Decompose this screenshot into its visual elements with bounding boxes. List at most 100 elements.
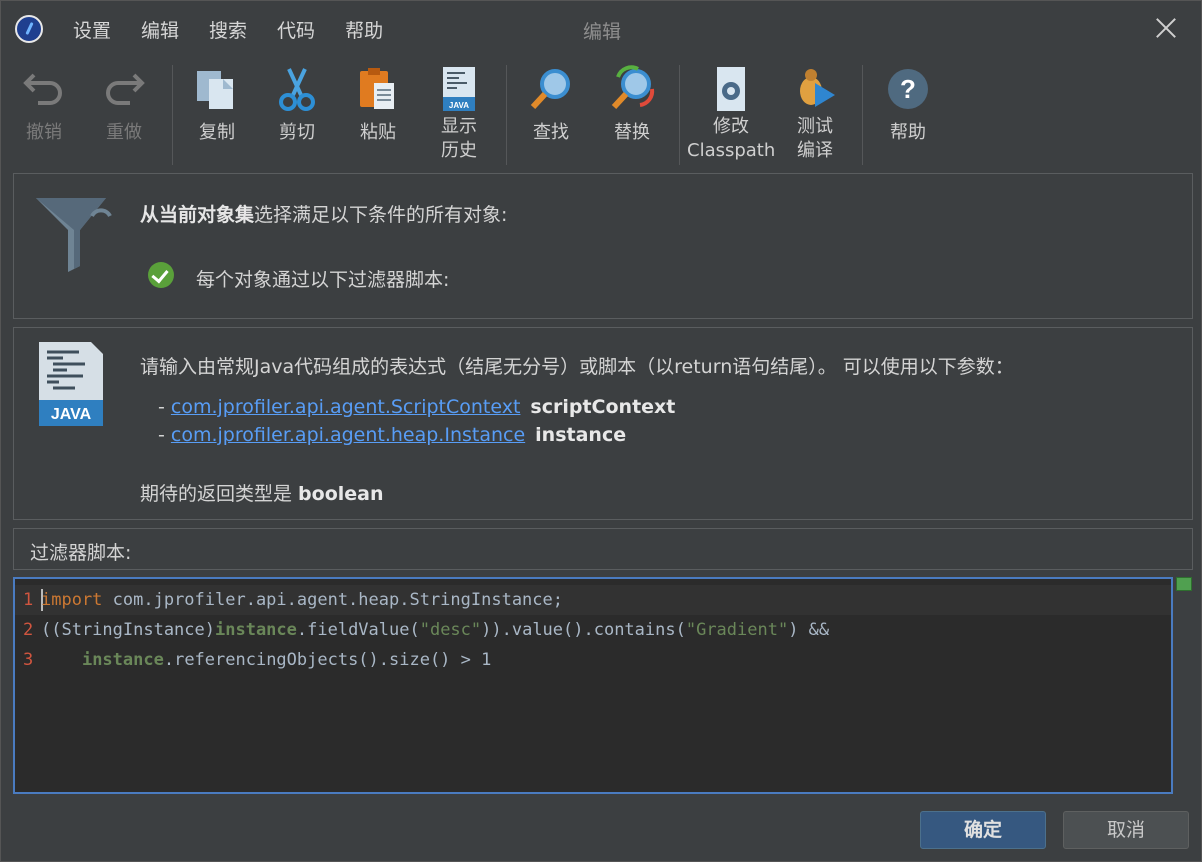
undo-label: 撤销 <box>26 122 62 143</box>
menu-code[interactable]: 代码 <box>277 16 315 43</box>
menu-edit[interactable]: 编辑 <box>141 16 179 43</box>
show-history-button[interactable]: JAVA 显示 历史 <box>421 61 497 163</box>
cut-label: 剪切 <box>279 122 315 143</box>
close-icon[interactable] <box>1153 15 1179 41</box>
edit-classpath-label-2: Classpath <box>687 140 776 161</box>
info-panel: JAVA 请输入由常规Java代码组成的表达式（结尾无分号）或脚本（以retur… <box>13 327 1193 520</box>
code-token: ) && <box>788 620 830 640</box>
find-button[interactable]: 查找 <box>513 61 589 145</box>
cut-button[interactable]: 剪切 <box>259 61 335 145</box>
bug-play-icon <box>791 65 839 113</box>
status-ok-icon <box>1176 577 1192 591</box>
code-text: ((StringInstance)instance.fieldValue("de… <box>41 615 829 645</box>
code-token: instance <box>215 620 297 640</box>
find-label: 查找 <box>533 122 569 143</box>
replace-label: 替换 <box>614 122 650 143</box>
paste-button[interactable]: 粘贴 <box>340 61 416 145</box>
question-icon: ? <box>884 65 932 113</box>
ok-button[interactable]: 确定 <box>920 811 1046 849</box>
test-compile-label-2: 编译 <box>797 140 833 161</box>
code-text: instance.referencingObjects().size() > 1 <box>41 645 491 675</box>
edit-classpath-label-1: 修改 <box>713 116 749 137</box>
toolbar-separator <box>172 65 173 165</box>
line-number: 3 <box>23 650 34 670</box>
code-editor[interactable]: 1 import com.jprofiler.api.agent.heap.Str… <box>13 577 1173 794</box>
line-number: 2 <box>23 620 34 640</box>
filter-condition: 每个对象通过以下过滤器脚本: <box>196 269 450 291</box>
param-row: - com.jprofiler.api.agent.ScriptContext s… <box>158 396 675 418</box>
replace-button[interactable]: 替换 <box>594 61 670 145</box>
replace-icon <box>608 65 656 113</box>
svg-text:?: ? <box>900 74 916 104</box>
gear-file-icon <box>707 65 755 113</box>
menu-search[interactable]: 搜索 <box>209 16 247 43</box>
toolbar-separator <box>862 65 863 165</box>
show-history-label-2: 历史 <box>441 140 477 161</box>
show-history-label-1: 显示 <box>441 116 477 137</box>
return-type-prefix: 期待的返回类型是 <box>140 483 299 505</box>
code-line[interactable]: 3 instance.referencingObjects().size() >… <box>15 645 1171 675</box>
filter-heading-rest: 选择满足以下条件的所有对象: <box>254 204 508 226</box>
java-file-icon: JAVA <box>435 65 483 113</box>
java-file-icon: JAVA <box>39 342 103 426</box>
menu-settings[interactable]: 设置 <box>73 16 111 43</box>
param-row: - com.jprofiler.api.agent.heap.Instance i… <box>158 424 626 446</box>
code-line[interactable]: 2 ((StringInstance)instance.fieldValue("d… <box>15 615 1171 645</box>
test-compile-label-1: 测试 <box>797 116 833 137</box>
copy-icon <box>193 65 241 113</box>
code-token: import <box>41 590 103 610</box>
redo-icon <box>100 65 148 113</box>
return-type-text: 期待的返回类型是 boolean <box>140 479 384 506</box>
param-dash: - <box>158 424 171 446</box>
code-token: )).value().contains( <box>481 620 686 640</box>
test-compile-button[interactable]: 测试 编译 <box>777 61 853 163</box>
copy-button[interactable]: 复制 <box>179 61 255 145</box>
edit-classpath-button[interactable]: 修改 Classpath <box>687 61 775 163</box>
filter-heading-bold: 从当前对象集 <box>140 204 255 226</box>
redo-label: 重做 <box>106 122 142 143</box>
window-title: 编辑 <box>583 21 622 43</box>
edit-dialog: 设置 编辑 搜索 代码 帮助 编辑 撤销 重做 复制 剪切 粘贴 JAVA 显示… <box>0 0 1202 862</box>
toolbar-separator <box>506 65 507 165</box>
code-line[interactable]: 1 import com.jprofiler.api.agent.heap.Str… <box>15 585 1171 615</box>
script-description: 请输入由常规Java代码组成的表达式（结尾无分号）或脚本（以return语句结尾… <box>140 356 1014 378</box>
paste-label: 粘贴 <box>360 122 396 143</box>
param-dash: - <box>158 396 171 418</box>
toolbar-separator <box>679 65 680 165</box>
param-type-link[interactable]: com.jprofiler.api.agent.heap.Instance <box>171 424 525 446</box>
scissors-icon <box>273 65 321 113</box>
param-type-link[interactable]: com.jprofiler.api.agent.ScriptContext <box>171 396 521 418</box>
line-number: 1 <box>23 590 34 610</box>
redo-button[interactable]: 重做 <box>86 61 162 145</box>
code-token: ((StringInstance) <box>41 620 215 640</box>
clipboard-icon <box>354 65 402 113</box>
svg-text:JAVA: JAVA <box>449 101 469 110</box>
copy-label: 复制 <box>199 122 235 143</box>
filter-heading: 从当前对象集选择满足以下条件的所有对象: <box>140 200 507 227</box>
script-label-panel: 过滤器脚本: <box>13 528 1193 570</box>
code-token: .referencingObjects().size() > 1 <box>163 650 492 670</box>
menu-help[interactable]: 帮助 <box>345 16 383 43</box>
checkmark-icon <box>148 262 174 288</box>
filter-panel: 从当前对象集选择满足以下条件的所有对象: 每个对象通过以下过滤器脚本: <box>13 173 1193 319</box>
undo-icon <box>20 65 68 113</box>
svg-text:JAVA: JAVA <box>51 406 92 423</box>
code-token: instance <box>81 650 164 670</box>
code-token: "Gradient" <box>685 620 789 640</box>
code-text: import com.jprofiler.api.agent.heap.Stri… <box>41 585 563 615</box>
script-label: 过滤器脚本: <box>30 542 132 564</box>
funnel-icon <box>34 194 114 272</box>
app-logo-icon <box>15 15 43 43</box>
cancel-button[interactable]: 取消 <box>1063 811 1189 849</box>
return-type: boolean <box>298 483 384 505</box>
magnifier-icon <box>527 65 575 113</box>
title-bar: 设置 编辑 搜索 代码 帮助 编辑 <box>1 1 1202 57</box>
help-label: 帮助 <box>890 122 926 143</box>
code-token: .fieldValue( <box>296 620 420 640</box>
help-button[interactable]: ? 帮助 <box>870 61 946 145</box>
code-token: com.jprofiler.api.agent.heap.StringInsta… <box>102 590 563 610</box>
menu-bar: 设置 编辑 搜索 代码 帮助 <box>73 16 383 43</box>
undo-button[interactable]: 撤销 <box>6 61 82 145</box>
param-name: scriptContext <box>530 396 676 418</box>
